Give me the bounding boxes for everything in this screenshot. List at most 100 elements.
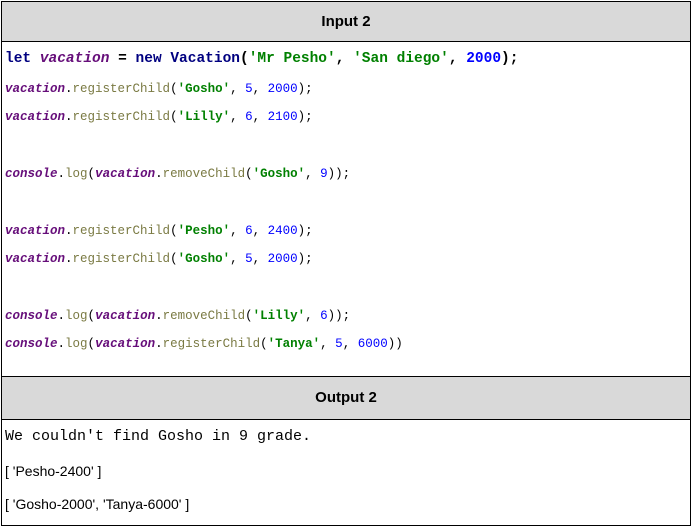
punctuation: , — [252, 82, 268, 96]
string-literal: 'Tanya' — [267, 337, 321, 351]
punctuation: ( — [260, 337, 268, 351]
punctuation: ); — [297, 110, 313, 124]
punctuation: )); — [327, 309, 351, 323]
punctuation: . — [65, 252, 73, 266]
number-literal: 2000 — [466, 51, 502, 67]
punctuation: , — [230, 82, 246, 96]
punctuation: . — [155, 337, 163, 351]
output-header: Output 2 — [2, 376, 690, 420]
output-line-1: We couldn't find Gosho in 9 grade. — [5, 428, 312, 445]
punctuation: . — [57, 337, 66, 351]
string-literal: 'Gosho' — [177, 252, 231, 266]
number-literal: 2000 — [267, 82, 298, 96]
punctuation: . — [155, 167, 163, 181]
method-name: log — [65, 309, 88, 323]
punctuation: ); — [297, 82, 313, 96]
output-line-2: [ 'Pesho-2400' ] — [5, 463, 102, 479]
punctuation: . — [65, 224, 73, 238]
method-name: log — [65, 167, 88, 181]
punctuation: ( — [170, 110, 178, 124]
string-literal: 'San diego' — [353, 51, 449, 67]
number-literal: 6000 — [357, 337, 388, 351]
punctuation: ( — [239, 51, 249, 67]
string-literal: 'Gosho' — [252, 167, 306, 181]
variable: vacation — [5, 82, 66, 96]
punctuation: ( — [170, 252, 178, 266]
punctuation: )) — [387, 337, 403, 351]
punctuation: ( — [87, 167, 96, 181]
punctuation: ( — [87, 309, 96, 323]
method-name: registerChild — [72, 224, 171, 238]
punctuation: )); — [327, 167, 351, 181]
code-line-6: vacation.registerChild('Gosho', 5, 2000)… — [5, 252, 313, 266]
code-line-4: console.log(vacation.removeChild('Gosho'… — [5, 167, 350, 181]
punctuation: = — [109, 51, 136, 67]
punctuation: , — [305, 309, 321, 323]
variable: vacation — [95, 167, 156, 181]
string-literal: 'Mr Pesho' — [248, 51, 336, 67]
method-name: registerChild — [72, 110, 171, 124]
code-line-5: vacation.registerChild('Pesho', 6, 2400)… — [5, 224, 313, 238]
number-literal: 2400 — [267, 224, 298, 238]
output-line-3: [ 'Gosho-2000', 'Tanya-6000' ] — [5, 496, 190, 512]
punctuation: ( — [245, 309, 253, 323]
method-name: log — [65, 337, 88, 351]
input-code-block: let vacation = new Vacation('Mr Pesho', … — [5, 42, 690, 351]
keyword-let: let — [5, 51, 32, 67]
punctuation: , — [252, 110, 268, 124]
code-line-8: console.log(vacation.registerChild('Tany… — [5, 337, 403, 351]
punctuation: . — [57, 167, 66, 181]
keyword-new: new — [135, 51, 162, 67]
variable: vacation — [5, 224, 66, 238]
method-name: registerChild — [72, 82, 171, 96]
variable: vacation — [95, 337, 156, 351]
number-literal: 2000 — [267, 252, 298, 266]
code-line-1: let vacation = new Vacation('Mr Pesho', … — [5, 51, 518, 67]
string-literal: 'Lilly' — [177, 110, 231, 124]
method-name: removeChild — [162, 309, 246, 323]
number-literal: 9 — [320, 167, 328, 181]
string-literal: 'Pesho' — [177, 224, 231, 238]
number-literal: 6 — [245, 110, 253, 124]
punctuation: ); — [297, 252, 313, 266]
console-object: console — [5, 337, 58, 351]
number-literal: 5 — [335, 337, 343, 351]
code-line-2: vacation.registerChild('Gosho', 5, 2000)… — [5, 82, 313, 96]
punctuation: ); — [501, 51, 519, 67]
punctuation: , — [320, 337, 336, 351]
console-object: console — [5, 309, 58, 323]
punctuation: , — [230, 224, 246, 238]
punctuation: , — [230, 252, 246, 266]
console-object: console — [5, 167, 58, 181]
number-literal: 2100 — [267, 110, 298, 124]
number-literal: 6 — [320, 309, 328, 323]
punctuation: , — [305, 167, 321, 181]
variable: vacation — [5, 110, 66, 124]
number-literal: 5 — [245, 82, 253, 96]
punctuation: ( — [170, 82, 178, 96]
punctuation: , — [342, 337, 358, 351]
input-header: Input 2 — [2, 2, 690, 42]
variable: vacation — [5, 252, 66, 266]
punctuation: . — [65, 110, 73, 124]
punctuation: ); — [297, 224, 313, 238]
number-literal: 6 — [245, 224, 253, 238]
method-name: registerChild — [162, 337, 261, 351]
punctuation: ( — [170, 224, 178, 238]
string-literal: 'Lilly' — [252, 309, 306, 323]
method-name: registerChild — [72, 252, 171, 266]
punctuation: ( — [245, 167, 253, 181]
string-literal: 'Gosho' — [177, 82, 231, 96]
punctuation: , — [335, 51, 354, 67]
punctuation: , — [252, 252, 268, 266]
punctuation: . — [65, 82, 73, 96]
example-table: Input 2 let vacation = new Vacation('Mr … — [1, 1, 691, 526]
punctuation: , — [448, 51, 467, 67]
code-line-7: console.log(vacation.removeChild('Lilly'… — [5, 309, 350, 323]
method-name: removeChild — [162, 167, 246, 181]
punctuation: , — [252, 224, 268, 238]
punctuation: , — [230, 110, 246, 124]
variable: vacation — [95, 309, 156, 323]
variable: vacation — [39, 51, 110, 67]
class-name: Vacation — [170, 51, 240, 67]
